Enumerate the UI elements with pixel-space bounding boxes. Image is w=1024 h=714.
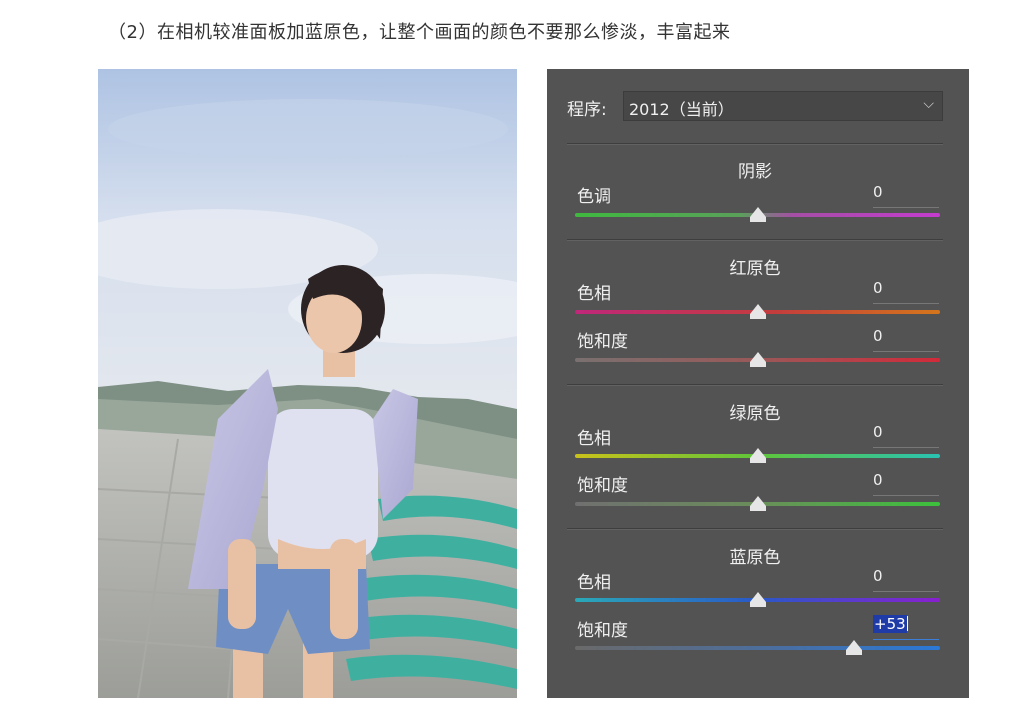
blue-saturation-label: 饱和度 xyxy=(577,621,628,641)
camera-calibration-panel: 程序: 2012（当前） ⌵ 阴影 色调 0 红原色 色相 0 饱和度 0 绿原… xyxy=(547,69,969,698)
process-label: 程序: xyxy=(567,100,607,120)
green-saturation-value-text: 0 xyxy=(873,471,883,489)
blue-saturation-value-text: +53 xyxy=(873,615,907,633)
divider xyxy=(567,143,943,145)
blue-saturation-slider-track[interactable] xyxy=(575,646,940,650)
portrait-photo-illustration xyxy=(98,69,517,698)
shadows-tint-value-text: 0 xyxy=(873,183,883,201)
red-hue-value[interactable]: 0 xyxy=(873,279,939,304)
process-value: 2012（当前） xyxy=(629,100,734,119)
section-title-shadows: 阴影 xyxy=(738,162,772,182)
red-saturation-value[interactable]: 0 xyxy=(873,327,939,352)
red-saturation-slider-thumb[interactable] xyxy=(750,352,766,367)
blue-hue-value-text: 0 xyxy=(873,567,883,585)
text-caret xyxy=(906,616,908,631)
shadows-tint-slider-thumb[interactable] xyxy=(750,207,766,222)
green-saturation-label: 饱和度 xyxy=(577,476,628,496)
instruction-text: （2）在相机较准面板加蓝原色，让整个画面的颜色不要那么惨淡，丰富起来 xyxy=(108,22,731,43)
blue-saturation-value[interactable]: +53 xyxy=(873,615,939,640)
red-hue-value-text: 0 xyxy=(873,279,883,297)
green-saturation-value[interactable]: 0 xyxy=(873,471,939,496)
blue-hue-label: 色相 xyxy=(577,573,611,593)
blue-hue-slider-thumb[interactable] xyxy=(750,592,766,607)
chevron-down-icon: ⌵ xyxy=(923,96,934,112)
process-dropdown[interactable]: 2012（当前） ⌵ xyxy=(623,91,943,121)
divider xyxy=(567,384,943,386)
green-hue-value[interactable]: 0 xyxy=(873,423,939,448)
blue-saturation-slider-thumb[interactable] xyxy=(846,640,862,655)
portrait-photo xyxy=(98,69,517,698)
red-saturation-value-text: 0 xyxy=(873,327,883,345)
divider xyxy=(567,239,943,241)
section-title-red: 红原色 xyxy=(729,259,781,279)
green-hue-label: 色相 xyxy=(577,429,611,449)
shadows-tint-label: 色调 xyxy=(577,187,611,207)
green-hue-value-text: 0 xyxy=(873,423,883,441)
green-saturation-slider-thumb[interactable] xyxy=(750,496,766,511)
red-hue-slider-thumb[interactable] xyxy=(750,304,766,319)
red-hue-label: 色相 xyxy=(577,284,611,304)
red-saturation-label: 饱和度 xyxy=(577,332,628,352)
blue-hue-value[interactable]: 0 xyxy=(873,567,939,592)
shadows-tint-value[interactable]: 0 xyxy=(873,183,939,208)
divider xyxy=(567,528,943,530)
section-title-blue: 蓝原色 xyxy=(729,548,781,568)
section-title-green: 绿原色 xyxy=(729,404,781,424)
green-hue-slider-thumb[interactable] xyxy=(750,448,766,463)
